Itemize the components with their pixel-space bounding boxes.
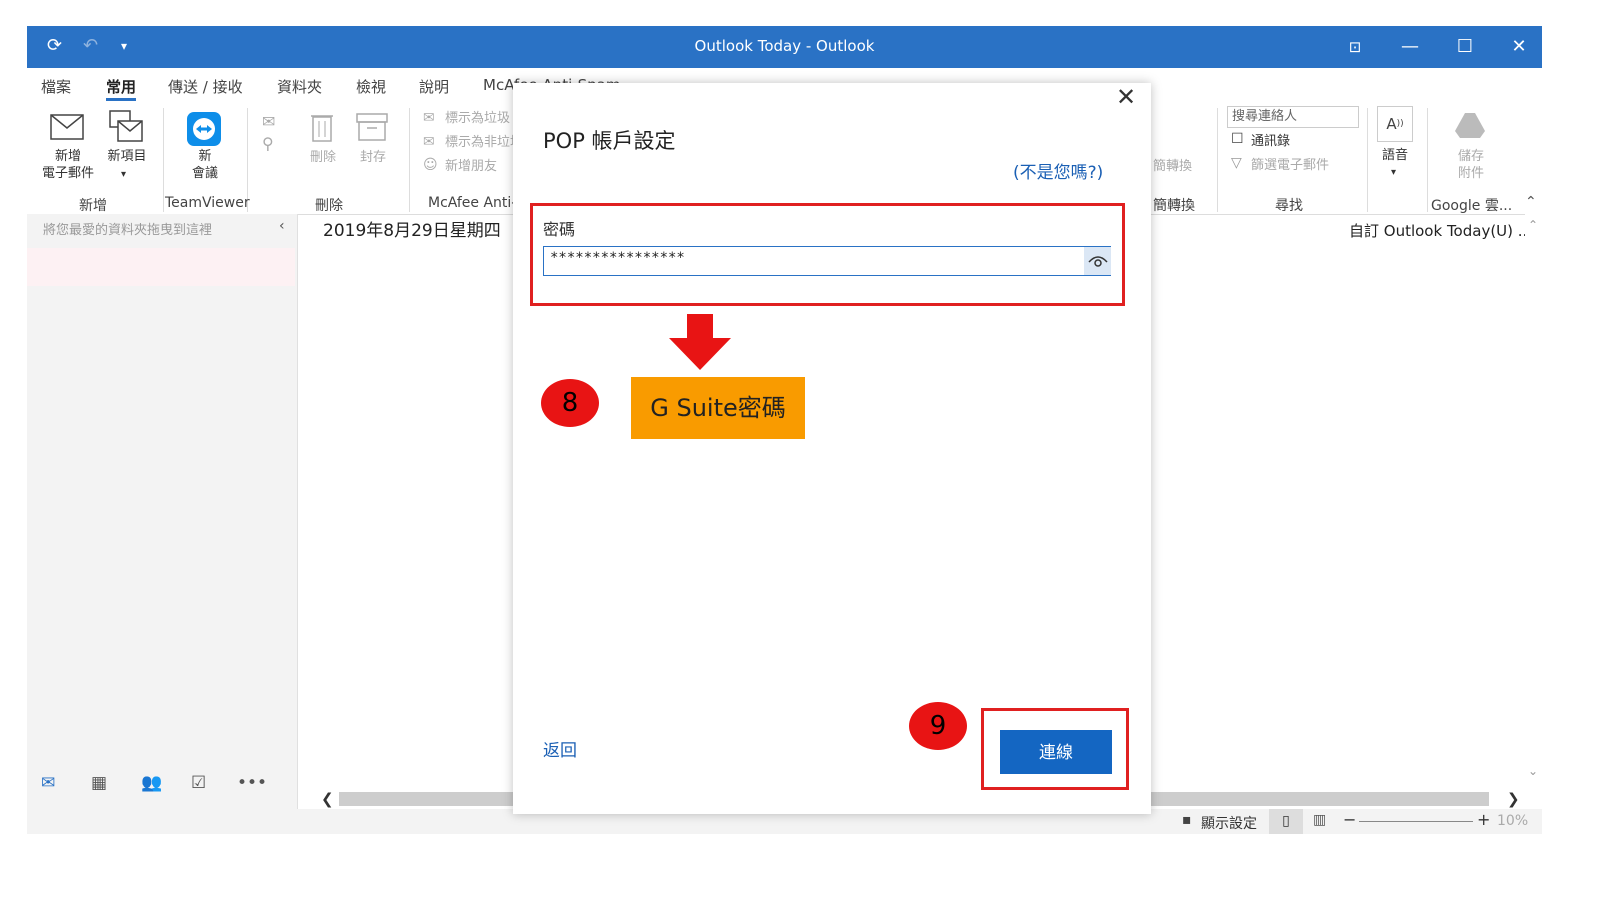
close-window-button[interactable]: ✕ (1499, 32, 1539, 62)
navigation-bar: ✉ ▦ 👥 ☑ ••• (27, 759, 298, 809)
add-friend-button: 新增朋友 (445, 159, 498, 174)
ribbon-separator (409, 108, 410, 212)
customize-outlook-today-link[interactable]: 自訂 Outlook Today(U) ... (1349, 220, 1532, 241)
tab-folder[interactable]: 資料夾 (277, 76, 322, 97)
tab-view[interactable]: 檢視 (356, 76, 386, 97)
scroll-down-icon[interactable]: ⌄ (1528, 764, 1538, 778)
calendar-icon[interactable]: ▦ (91, 773, 107, 793)
tab-help[interactable]: 說明 (419, 76, 449, 97)
normal-view-icon[interactable]: ▯ (1269, 809, 1303, 834)
group-label-convert: 簡轉換 (1153, 198, 1195, 214)
selected-folder-row[interactable] (27, 248, 295, 286)
down-arrow-icon (669, 314, 731, 374)
display-settings-icon[interactable]: ▪ (1182, 812, 1192, 828)
new-item-button[interactable]: 新項目 (99, 148, 155, 165)
zoom-slider[interactable] (1359, 821, 1473, 822)
step-8-badge: 8 (541, 379, 599, 427)
add-friend-icon: ☺ (423, 157, 438, 173)
back-link[interactable]: 返回 (543, 736, 577, 761)
tab-send-receive[interactable]: 傳送 / 接收 (168, 76, 243, 97)
mark-not-spam-button: 標示為非垃圾 (445, 135, 524, 150)
address-book-button[interactable]: 通訊錄 (1251, 133, 1290, 150)
mail-icon[interactable]: ✉ (41, 773, 55, 793)
ribbon-separator (1367, 108, 1368, 212)
show-password-icon[interactable] (1084, 247, 1111, 275)
vertical-scrollbar[interactable]: ⌃ ⌄ (1525, 214, 1542, 788)
not-spam-icon: ✉ (423, 134, 435, 150)
search-contacts-input[interactable]: 搜尋連絡人 (1227, 106, 1359, 128)
today-date: 2019年8月29日星期四 (323, 221, 501, 241)
group-label-delete: 刪除 (315, 198, 343, 214)
cleanup-icon: ⚲ (262, 134, 274, 153)
new-email-icon[interactable] (49, 112, 85, 142)
convert-button: 簡轉換 (1153, 159, 1193, 174)
ribbon-separator (1217, 108, 1218, 212)
delete-button: 刪除 (309, 150, 336, 165)
save-attachment-button: 儲存 附件 (1457, 149, 1484, 181)
connect-button[interactable]: 連線 (1000, 730, 1112, 774)
password-input[interactable]: **************** (543, 246, 1111, 276)
gsuite-password-callout: G Suite密碼 (631, 377, 805, 439)
dialog-title: POP 帳戶設定 (543, 129, 676, 153)
favorites-hint: 將您最愛的資料夾拖曳到這裡 (43, 223, 213, 238)
folder-pane: 將您最愛的資料夾拖曳到這裡 ‹ (27, 214, 298, 759)
speech-icon[interactable]: A)) (1377, 106, 1413, 142)
window-title: Outlook Today - Outlook (694, 37, 875, 55)
ignore-icon: ✉ (262, 112, 276, 131)
not-you-link[interactable]: (不是您嗎?) (1013, 158, 1103, 183)
new-item-dropdown-icon[interactable]: ▾ (121, 166, 126, 183)
group-label-find: 尋找 (1275, 198, 1303, 214)
reading-view-icon[interactable]: ▥ (1313, 812, 1326, 828)
people-icon[interactable]: 👥 (141, 773, 162, 793)
filter-email-button[interactable]: 篩選電子郵件 (1251, 157, 1329, 174)
ribbon-separator (1427, 108, 1428, 212)
speech-button[interactable]: 語音 (1377, 147, 1413, 164)
group-label-google: Google 雲... (1431, 198, 1513, 214)
archive-icon (355, 112, 389, 142)
new-item-icon[interactable] (107, 108, 145, 144)
title-bar: ⟳ ↶ ▾ Outlook Today - Outlook ⊡ — ☐ ✕ (27, 26, 1542, 68)
group-label-new: 新增 (79, 198, 107, 214)
mark-spam-button: 標示為垃圾 (445, 111, 511, 126)
step-9-badge: 9 (909, 702, 967, 750)
filter-icon[interactable]: ▽ (1231, 155, 1242, 171)
password-label: 密碼 (543, 220, 576, 239)
new-email-button[interactable]: 新增 電子郵件 (35, 148, 101, 182)
scroll-up-icon[interactable]: ⌃ (1528, 218, 1538, 232)
teamviewer-icon[interactable] (187, 112, 221, 146)
zoom-in-icon[interactable]: + (1477, 810, 1490, 829)
delete-icon (309, 110, 335, 144)
ribbon-display-icon[interactable]: ⊡ (1335, 32, 1375, 62)
google-drive-icon (1453, 110, 1487, 140)
maximize-button[interactable]: ☐ (1445, 32, 1485, 62)
scroll-left-icon[interactable]: ❮ (321, 790, 334, 808)
more-icon[interactable]: ••• (237, 773, 267, 793)
ribbon-separator (163, 108, 164, 212)
collapse-ribbon-icon[interactable]: ⌃ (1525, 194, 1537, 210)
minimize-button[interactable]: — (1390, 32, 1430, 62)
address-book-icon[interactable]: ☐ (1231, 131, 1244, 147)
display-settings-button[interactable]: 顯示設定 (1201, 813, 1257, 833)
zoom-level: 10% (1497, 813, 1529, 829)
active-tab-indicator (106, 98, 136, 101)
speech-dropdown-icon[interactable]: ▾ (1391, 164, 1396, 181)
tab-home[interactable]: 常用 (106, 76, 136, 97)
group-label-teamviewer: TeamViewer (165, 195, 250, 211)
pop-account-settings-dialog: ✕ POP 帳戶設定 (不是您嗎?) 密碼 **************** 8… (513, 83, 1151, 814)
tab-file[interactable]: 檔案 (41, 76, 71, 97)
zoom-out-icon[interactable]: − (1343, 810, 1356, 829)
collapse-pane-icon[interactable]: ‹ (279, 218, 285, 234)
meeting-button[interactable]: 新 會議 (185, 148, 225, 182)
tasks-icon[interactable]: ☑ (191, 773, 206, 793)
archive-button: 封存 (359, 150, 386, 165)
close-dialog-button[interactable]: ✕ (1116, 83, 1136, 111)
scroll-right-icon[interactable]: ❯ (1507, 790, 1520, 808)
spam-icon: ✉ (423, 110, 435, 126)
